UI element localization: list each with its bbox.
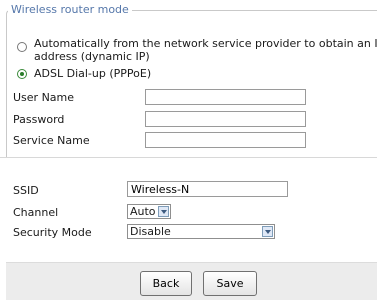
back-button[interactable]: Back xyxy=(140,271,192,296)
user-name-label: User Name xyxy=(13,91,75,104)
password-input[interactable] xyxy=(145,111,306,127)
ssid-label: SSID xyxy=(13,184,39,197)
radio-dynamic-ip-label-line1: Automatically from the network service p… xyxy=(34,37,377,50)
radio-pppoe[interactable] xyxy=(17,69,27,79)
security-mode-select[interactable]: Disable xyxy=(127,224,275,239)
service-name-input[interactable] xyxy=(145,132,306,148)
service-name-label: Service Name xyxy=(13,134,90,147)
save-button[interactable]: Save xyxy=(203,271,257,296)
chevron-down-icon[interactable] xyxy=(262,226,273,237)
channel-select-value: Auto xyxy=(130,205,156,218)
user-name-input[interactable] xyxy=(145,89,306,105)
fieldset-legend: Wireless router mode xyxy=(8,3,132,16)
password-label: Password xyxy=(13,113,65,126)
security-mode-select-value: Disable xyxy=(130,225,171,238)
radio-pppoe-label: ADSL Dial-up (PPPoE) xyxy=(34,67,152,80)
radio-dynamic-ip[interactable] xyxy=(17,42,27,52)
section-divider xyxy=(0,157,377,158)
radio-dynamic-ip-label-line2: address (dynamic IP) xyxy=(34,50,150,63)
security-mode-label: Security Mode xyxy=(13,226,92,239)
channel-select[interactable]: Auto xyxy=(127,204,171,219)
chevron-down-icon[interactable] xyxy=(158,206,169,217)
ssid-input[interactable] xyxy=(127,181,288,197)
channel-label: Channel xyxy=(13,206,59,219)
